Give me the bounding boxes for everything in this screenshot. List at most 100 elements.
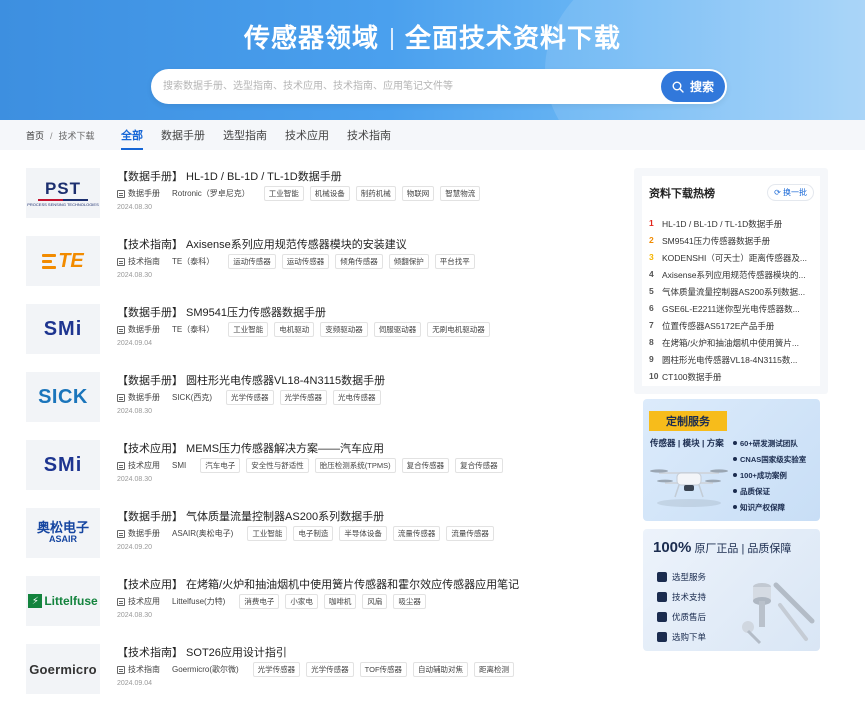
refresh-label: 换一批 [783, 188, 807, 197]
tab-selection-guide[interactable]: 选型指南 [223, 127, 267, 150]
tab-tech-application[interactable]: 技术应用 [285, 127, 329, 150]
document-tag[interactable]: 光学传感器 [252, 662, 301, 677]
ranking-item[interactable]: 2 SM9541压力传感器数据手册 [649, 235, 815, 252]
document-brand[interactable]: SMI [172, 461, 186, 470]
document-item[interactable]: 奥松电子 ASAIR 【数据手册】 气体质量流量控制器AS200系列数据手册 数据… [26, 504, 606, 572]
document-tag[interactable]: 半导体设备 [339, 526, 387, 541]
document-tag[interactable]: 光学传感器 [226, 390, 274, 405]
document-tag[interactable]: 倾翻保护 [388, 254, 429, 269]
ranking-item[interactable]: 7 位置传感器AS5172E产品手册 [649, 320, 815, 337]
ranking-item[interactable]: 5 气体质量流量控制器AS200系列数据... [649, 286, 815, 303]
document-brand[interactable]: ASAIR(奥松电子) [172, 528, 233, 539]
document-item[interactable]: SICK 【数据手册】 圆柱形光电传感器VL18-4N3115数据手册 数据手册… [26, 368, 606, 436]
document-tag[interactable]: 复合传感器 [455, 458, 503, 473]
document-date: 2024.08.30 [117, 204, 153, 211]
brand-logo[interactable]: 奥松电子 ASAIR [26, 508, 100, 558]
search-button[interactable]: 搜索 [661, 71, 725, 102]
document-tag[interactable]: 电机驱动 [274, 322, 315, 337]
brand-logo[interactable]: SICK [26, 372, 100, 422]
genuine-service-item[interactable]: 选型服务 [657, 567, 706, 587]
document-tag[interactable]: 智慧物流 [440, 186, 481, 201]
document-tag[interactable]: 机械设备 [309, 186, 350, 201]
custom-service-banner[interactable]: 定制服务 传感器 | 模块 | 方案 60+研发测试团队 CNAS国家级实验室 10… [643, 399, 820, 521]
document-brand[interactable]: Littelfuse(力特) [172, 596, 225, 607]
ranking-item[interactable]: 4 Axisense系列应用规范传感器模块的... [649, 269, 815, 286]
brand-logo[interactable]: SMi [26, 304, 100, 354]
document-tag[interactable]: 风扇 [362, 594, 388, 609]
ranking-item[interactable]: 8 在烤箱/火炉和抽油烟机中使用簧片... [649, 337, 815, 354]
document-tag[interactable]: 吸尘器 [393, 594, 426, 609]
document-tag[interactable]: 无刷电机驱动器 [427, 322, 490, 337]
ranking-item[interactable]: 1 HL-1D / BL-1D / TL-1D数据手册 [649, 218, 815, 235]
ranking-item[interactable]: 9 圆柱形光电传感器VL18-4N3115数... [649, 354, 815, 371]
document-tag[interactable]: 复合传感器 [401, 458, 450, 473]
document-tag[interactable]: 自动辅助对焦 [413, 662, 469, 677]
document-tag[interactable]: 小家电 [285, 594, 318, 609]
document-tag[interactable]: 流量传感器 [392, 526, 441, 541]
service-point: 100+成功案例 [733, 467, 806, 483]
brand-logo[interactable]: SMi [26, 440, 100, 490]
ranking-item[interactable]: 3 KODENSHI（可天士）距离传感器及... [649, 252, 815, 269]
document-tag[interactable]: 倾角传感器 [335, 254, 383, 269]
document-tag[interactable]: 光电传感器 [333, 390, 381, 405]
document-tag[interactable]: 安全性与舒适性 [246, 458, 309, 473]
document-title[interactable]: 【技术指南】 SOT26应用设计指引 [117, 644, 287, 660]
document-tag[interactable]: 流量传感器 [446, 526, 494, 541]
tab-all[interactable]: 全部 [121, 127, 143, 150]
document-item[interactable]: SMi 【数据手册】 SM9541压力传感器数据手册 数据手册 TE（泰科） 工… [26, 300, 606, 368]
breadcrumb-home[interactable]: 首页 [26, 131, 44, 141]
document-title[interactable]: 【技术应用】 MEMS压力传感器解决方案——汽车应用 [117, 440, 384, 456]
document-tag[interactable]: 变频驱动器 [320, 322, 368, 337]
document-title[interactable]: 【数据手册】 圆柱形光电传感器VL18-4N3115数据手册 [117, 372, 385, 388]
document-tag[interactable]: 光学传感器 [279, 390, 327, 405]
document-brand[interactable]: TE（泰科） [172, 324, 214, 335]
document-title[interactable]: 【数据手册】 SM9541压力传感器数据手册 [117, 304, 326, 320]
document-category: 数据手册 [117, 324, 160, 335]
document-title[interactable]: 【技术应用】 在烤箱/火炉和抽油烟机中使用簧片传感器和霍尔效应传感器应用笔记 [117, 576, 519, 592]
document-brand[interactable]: Rotronic（罗卓尼克） [172, 188, 250, 199]
refresh-button[interactable]: ⟳ 换一批 [767, 184, 814, 201]
document-item[interactable]: ⚡ Littelfuse 【技术应用】 在烤箱/火炉和抽油烟机中使用簧片传感器和霍… [26, 572, 606, 640]
document-tag[interactable]: 运动传感器 [281, 254, 330, 269]
document-brand[interactable]: TE（泰科） [172, 256, 214, 267]
brand-logo[interactable]: ⚡ Littelfuse [26, 576, 100, 626]
brand-logo[interactable]: Goermicro [26, 644, 100, 694]
genuine-service-item[interactable]: 选购下单 [657, 627, 706, 647]
document-title[interactable]: 【数据手册】 HL-1D / BL-1D / TL-1D数据手册 [117, 168, 342, 184]
document-tag[interactable]: 物联网 [401, 186, 435, 201]
document-tag[interactable]: 运动传感器 [228, 254, 276, 269]
document-tag[interactable]: 消费电子 [239, 594, 280, 609]
document-tag[interactable]: 工业智能 [263, 186, 304, 201]
document-tag[interactable]: 光学传感器 [306, 662, 354, 677]
genuine-service-item[interactable]: 技术支持 [657, 587, 706, 607]
document-tag[interactable]: 胎压检测系统(TPMS) [314, 458, 396, 473]
document-tag[interactable]: 平台找平 [434, 254, 475, 269]
document-tag[interactable]: 咖啡机 [323, 594, 357, 609]
ranking-item[interactable]: 6 GSE6L-E2211迷你型光电传感器数... [649, 303, 815, 320]
document-tag[interactable]: 距离检测 [474, 662, 515, 677]
document-tag[interactable]: TOF传感器 [359, 662, 408, 677]
service-points: 60+研发测试团队 CNAS国家级实验室 100+成功案例 品质保证 知识产权保障 [733, 435, 806, 515]
document-tag[interactable]: 工业智能 [247, 526, 288, 541]
tab-datasheet[interactable]: 数据手册 [161, 127, 205, 150]
document-tag[interactable]: 伺服驱动器 [373, 322, 422, 337]
tab-tech-guide[interactable]: 技术指南 [347, 127, 391, 150]
document-tag[interactable]: 汽车电子 [200, 458, 241, 473]
document-brand[interactable]: Goermicro(歌尔微) [172, 664, 239, 675]
document-tag[interactable]: 电子制造 [293, 526, 334, 541]
ranking-item[interactable]: 10 CT100数据手册 [649, 371, 815, 388]
document-item[interactable]: SMi 【技术应用】 MEMS压力传感器解决方案——汽车应用 技术应用 SMI … [26, 436, 606, 504]
document-item[interactable]: TE 【技术指南】 Axisense系列应用规范传感器模块的安装建议 技术指南 … [26, 232, 606, 300]
document-title[interactable]: 【技术指南】 Axisense系列应用规范传感器模块的安装建议 [117, 236, 407, 252]
brand-logo[interactable]: TE [26, 236, 100, 286]
document-title[interactable]: 【数据手册】 气体质量流量控制器AS200系列数据手册 [117, 508, 384, 524]
document-tag[interactable]: 工业智能 [228, 322, 269, 337]
document-tag[interactable]: 制药机械 [355, 186, 396, 201]
document-item[interactable]: PST PROCESS SENSING TECHNOLOGIES 【数据手册】 H… [26, 164, 606, 232]
search-input[interactable] [163, 77, 643, 96]
document-item[interactable]: Goermicro 【技术指南】 SOT26应用设计指引 技术指南 Goermi… [26, 640, 606, 704]
genuine-service-item[interactable]: 优质售后 [657, 607, 706, 627]
ranking-card: 资料下载热榜 ⟳ 换一批 1 HL-1D / BL-1D / TL-1D数据手册 2… [642, 176, 820, 386]
document-brand[interactable]: SICK(西克) [172, 392, 212, 403]
brand-logo[interactable]: PST PROCESS SENSING TECHNOLOGIES [26, 168, 100, 218]
